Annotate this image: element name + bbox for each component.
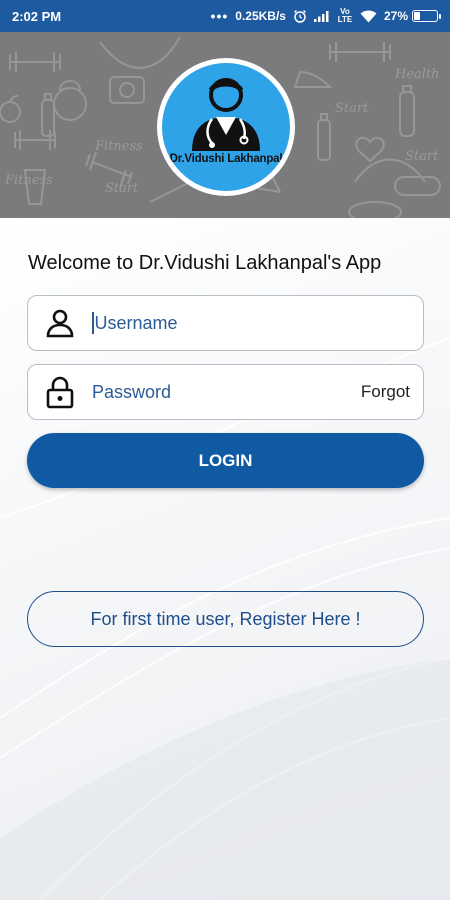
login-content: Welcome to Dr.Vidushi Lakhanpal's App Fo…: [0, 218, 450, 900]
header-banner: Health Fitness Start Fitness Start Start: [0, 32, 450, 218]
status-bar: 2:02 PM ••• 0.25KB/s Vo LTE 27%: [0, 0, 450, 32]
banner-text: Fitness: [94, 139, 143, 154]
banner-text: Start: [405, 149, 439, 164]
password-field[interactable]: Forgot: [27, 364, 424, 420]
battery-fill: [414, 12, 420, 20]
alarm-icon: [293, 9, 307, 23]
battery-percent: 27%: [383, 9, 408, 23]
volte-icon: Vo LTE: [337, 7, 353, 24]
username-field[interactable]: [27, 295, 424, 351]
register-button[interactable]: For first time user, Register Here !: [27, 591, 424, 647]
banner-text: Start: [335, 101, 369, 116]
status-time: 2:02 PM: [12, 8, 62, 24]
password-input[interactable]: [92, 365, 361, 419]
welcome-heading: Welcome to Dr.Vidushi Lakhanpal's App: [28, 252, 382, 274]
forgot-password-link[interactable]: Forgot: [361, 382, 423, 402]
battery-icon: 27%: [383, 9, 441, 23]
app-logo: Dr.Vidushi Lakhanpal: [157, 58, 295, 196]
battery-indicator: [412, 10, 441, 22]
banner-text: Start: [105, 181, 139, 196]
username-input[interactable]: [94, 296, 423, 350]
login-button[interactable]: LOGIN: [27, 433, 424, 488]
signal-icon: [313, 10, 330, 22]
network-speed: 0.25KB/s: [235, 9, 286, 23]
logo-background: Dr.Vidushi Lakhanpal: [162, 63, 290, 191]
banner-text: Fitness: [4, 173, 53, 188]
lock-icon: [28, 375, 92, 409]
status-icons: ••• 0.25KB/s Vo LTE 27%: [210, 7, 441, 24]
logo-text: Dr.Vidushi Lakhanpal: [169, 153, 283, 165]
doctor-icon: [192, 78, 260, 151]
wifi-icon: [360, 10, 377, 23]
dots-icon: •••: [210, 8, 229, 24]
user-icon: [28, 307, 92, 339]
text-caret: [92, 312, 94, 334]
banner-text: Health: [394, 67, 440, 82]
